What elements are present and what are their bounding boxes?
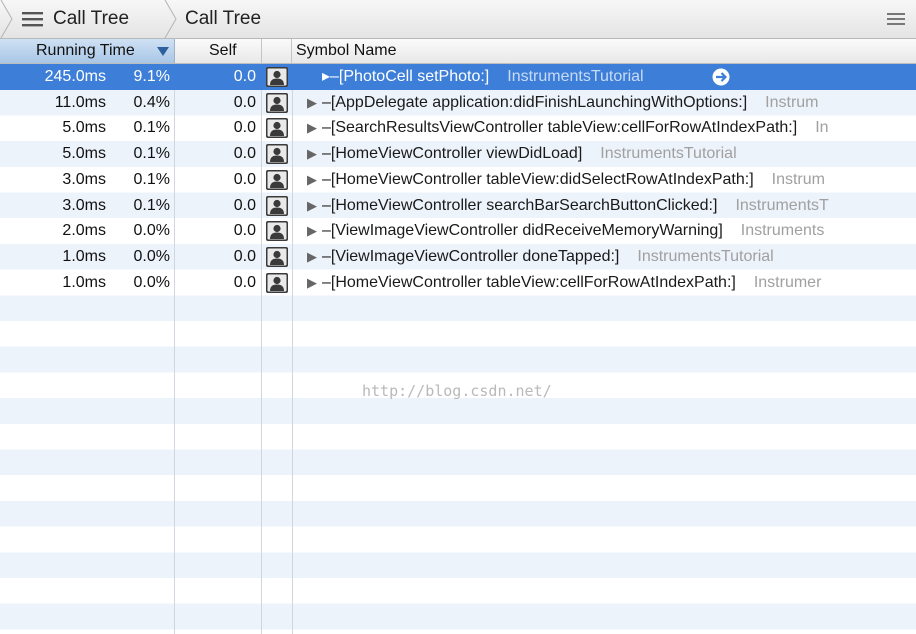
symbol-name: –[AppDelegate application:didFinishLaunc… (322, 93, 819, 111)
user-code-icon (266, 221, 288, 242)
breadcrumb-separator-icon (164, 0, 177, 38)
running-time-percent: 0.1% (133, 119, 170, 137)
self-time: 0.0 (233, 222, 256, 240)
symbol-name: ▸–[PhotoCell setPhoto:] InstrumentsTutori… (322, 68, 644, 85)
symbol-name: –[ViewImageViewController doneTapped:] In… (322, 247, 774, 265)
column-divider[interactable] (261, 39, 262, 63)
user-code-icon (266, 246, 288, 267)
table-row[interactable]: 11.0ms 0.4% 0.0 ▶ –[AppDelegate applicat… (0, 90, 916, 116)
symbol-name: –[HomeViewController viewDidLoad] Instrum… (322, 145, 737, 163)
user-code-icon (266, 169, 288, 190)
running-time-percent: 0.0% (133, 247, 170, 265)
column-header-self[interactable]: Self (209, 42, 237, 60)
library-name: In (815, 119, 829, 137)
self-time: 0.0 (233, 119, 256, 137)
symbol-name: –[ViewImageViewController didReceiveMemo… (322, 222, 825, 240)
symbol-name: –[HomeViewController searchBarSearchButt… (322, 196, 829, 214)
running-time-percent: 0.1% (133, 196, 170, 214)
running-time-ms: 3.0ms (62, 170, 106, 188)
column-header-running-time[interactable]: Running Time (0, 39, 175, 63)
breadcrumb-item-call-tree-current[interactable]: Call Tree (185, 8, 261, 30)
running-time-percent: 0.0% (133, 273, 170, 291)
sort-descending-icon (157, 47, 169, 56)
table-row[interactable]: 1.0ms 0.0% 0.0 ▶ –[ViewImageViewControll… (0, 244, 916, 270)
table-header: Running Time Self Symbol Name (0, 39, 916, 64)
symbol-name: –[SearchResultsViewController tableView:… (322, 119, 829, 137)
library-name: InstrumentsT (735, 196, 829, 214)
disclosure-triangle-icon[interactable]: ▶ (307, 270, 317, 296)
column-header-symbol-name[interactable]: Symbol Name (296, 42, 396, 60)
breadcrumb-item-call-tree[interactable]: Call Tree (53, 8, 129, 30)
self-time: 0.0 (233, 273, 256, 291)
library-name: Instrum (771, 170, 825, 188)
user-code-icon (266, 92, 288, 113)
table-row[interactable]: 2.0ms 0.0% 0.0 ▶ –[ViewImageViewControll… (0, 218, 916, 244)
user-code-icon (266, 118, 288, 139)
running-time-ms: 5.0ms (62, 119, 106, 137)
self-time: 0.0 (233, 196, 256, 214)
column-label-running-time: Running Time (36, 42, 135, 59)
running-time-percent: 0.4% (133, 93, 170, 111)
disclosure-triangle-icon[interactable]: ▶ (307, 218, 317, 244)
symbol-name: –[HomeViewController tableView:didSelect… (322, 170, 825, 188)
running-time-ms: 1.0ms (62, 247, 106, 265)
table-row[interactable]: 245.0ms 9.1% 0.0 ▶ ▸–[PhotoCell setPhoto… (0, 64, 916, 90)
running-time-ms: 1.0ms (62, 273, 106, 291)
disclosure-triangle-icon[interactable]: ▶ (307, 193, 317, 219)
watermark: http://blog.csdn.net/ (362, 382, 552, 400)
menu-icon[interactable] (887, 13, 905, 25)
library-name: Instrum (765, 93, 819, 111)
go-to-source-icon[interactable] (712, 68, 730, 86)
self-time: 0.0 (233, 247, 256, 265)
self-time: 0.0 (233, 68, 256, 85)
table-row[interactable]: 5.0ms 0.1% 0.0 ▶ –[SearchResultsViewCont… (0, 115, 916, 141)
breadcrumb-chevron-icon (0, 0, 13, 38)
user-code-icon (266, 144, 288, 165)
running-time-ms: 11.0ms (54, 93, 106, 111)
library-name: Instruments (740, 222, 825, 240)
running-time-percent: 0.1% (133, 170, 170, 188)
running-time-ms: 245.0ms (44, 68, 106, 85)
user-code-icon (266, 195, 288, 216)
disclosure-triangle-icon[interactable]: ▶ (307, 167, 317, 193)
running-time-ms: 5.0ms (62, 145, 106, 163)
disclosure-triangle-icon[interactable]: ▶ (307, 141, 317, 167)
self-time: 0.0 (233, 170, 256, 188)
disclosure-triangle-icon[interactable]: ▶ (307, 115, 317, 141)
call-tree-table: 245.0ms 9.1% 0.0 ▶ ▸–[PhotoCell setPhoto… (0, 64, 916, 634)
library-name: Instrumer (753, 273, 822, 291)
table-row[interactable]: 5.0ms 0.1% 0.0 ▶ –[HomeViewController vi… (0, 141, 916, 167)
column-divider[interactable] (291, 39, 292, 63)
disclosure-triangle-icon[interactable]: ▶ (307, 244, 317, 270)
user-code-icon (266, 67, 288, 87)
table-row[interactable]: 1.0ms 0.0% 0.0 ▶ –[HomeViewController ta… (0, 270, 916, 296)
self-time: 0.0 (233, 93, 256, 111)
running-time-ms: 2.0ms (62, 222, 106, 240)
library-name: InstrumentsTutorial (637, 247, 774, 265)
library-name: InstrumentsTutorial (507, 68, 644, 85)
breadcrumb-bar: Call Tree Call Tree (0, 0, 916, 39)
user-code-icon (266, 272, 288, 293)
running-time-percent: 0.1% (133, 145, 170, 163)
self-time: 0.0 (233, 145, 256, 163)
library-name: InstrumentsTutorial (600, 145, 737, 163)
list-icon (22, 12, 43, 27)
table-row[interactable]: 3.0ms 0.1% 0.0 ▶ –[HomeViewController se… (0, 193, 916, 219)
running-time-percent: 0.0% (133, 222, 170, 240)
running-time-percent: 9.1% (133, 68, 170, 85)
disclosure-triangle-icon[interactable]: ▶ (307, 90, 317, 116)
running-time-ms: 3.0ms (62, 196, 106, 214)
symbol-name: –[HomeViewController tableView:cellForRo… (322, 273, 822, 291)
table-row[interactable]: 3.0ms 0.1% 0.0 ▶ –[HomeViewController ta… (0, 167, 916, 193)
